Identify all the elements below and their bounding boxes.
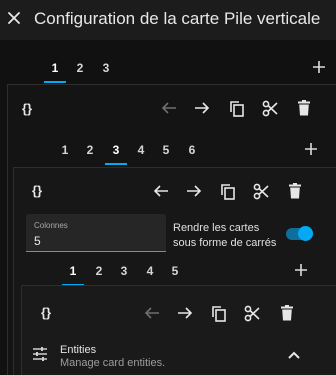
code-editor-button[interactable]: {} [32,183,42,198]
tab-level2-4[interactable]: 4 [133,143,149,157]
tab-level1-1[interactable]: 1 [47,61,63,75]
arrow-left-icon[interactable] [153,184,169,198]
tab-level2-3[interactable]: 3 [108,143,124,157]
tab-level2-2[interactable]: 2 [82,143,98,157]
tune-icon [32,347,48,361]
add-card-icon[interactable] [294,263,308,277]
square-toggle-knob[interactable] [298,226,313,241]
columns-field[interactable]: Colonnes 5 [26,214,166,252]
tab-level1-3[interactable]: 3 [98,61,114,75]
add-card-icon[interactable] [312,60,326,74]
code-editor-button[interactable]: {} [22,101,32,116]
columns-field-label: Colonnes [34,221,68,230]
cut-icon[interactable] [253,183,270,200]
tab-level3-2[interactable]: 2 [91,264,107,278]
arrow-left-icon[interactable] [144,306,160,320]
add-card-icon[interactable] [304,142,318,156]
square-toggle-label: Rendre les cartes sous forme de carrés [173,222,277,249]
close-icon[interactable] [6,10,22,26]
tab-level3-3[interactable]: 3 [116,264,132,278]
arrow-right-icon[interactable] [194,101,210,115]
tab-level3-5[interactable]: 5 [167,264,183,278]
tab-level3-1[interactable]: 1 [65,264,81,278]
tab-level1-indicator [44,81,66,83]
cut-icon[interactable] [262,100,279,117]
delete-icon[interactable] [280,305,294,321]
tab-level1-2[interactable]: 2 [72,61,88,75]
dialog-title: Configuration de la carte Pile verticale [34,9,321,28]
tab-level2-1[interactable]: 1 [57,143,73,157]
arrow-right-icon[interactable] [177,306,193,320]
copy-icon[interactable] [229,100,245,117]
tab-level2-6[interactable]: 6 [184,143,200,157]
code-editor-button[interactable]: {} [41,305,51,320]
delete-icon[interactable] [297,100,311,116]
chevron-up-icon[interactable] [288,351,300,359]
columns-field-value[interactable]: 5 [34,234,41,248]
cut-icon[interactable] [244,305,261,322]
entities-section-title[interactable]: Entities [60,344,96,356]
arrow-right-icon[interactable] [186,184,202,198]
tab-level3-4[interactable]: 4 [142,264,158,278]
tab-level2-indicator [105,163,127,165]
copy-icon[interactable] [220,183,236,200]
arrow-left-icon[interactable] [161,101,177,115]
copy-icon[interactable] [211,305,227,322]
tab-level2-5[interactable]: 5 [158,143,174,157]
entities-section-subtitle: Manage card entities. [60,357,166,369]
delete-icon[interactable] [288,183,302,199]
